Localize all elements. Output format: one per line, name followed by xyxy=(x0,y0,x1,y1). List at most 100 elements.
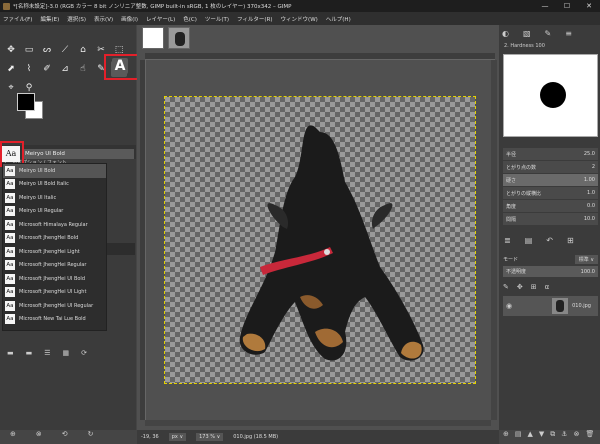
lock-pixels-icon[interactable]: ✎ xyxy=(503,283,509,291)
delete-layer-icon[interactable]: 🗑 xyxy=(585,430,594,439)
brush-dock-tabs: ◐ ▧ ✎ ≡ xyxy=(502,29,572,38)
horizontal-scrollbar[interactable] xyxy=(145,420,491,426)
anchor-layer-icon[interactable]: ⚓ xyxy=(561,430,567,439)
grid-view-icon[interactable]: ▦ xyxy=(63,349,70,357)
font-list-item[interactable]: Aa Meiryo UI Regular xyxy=(3,205,106,219)
font-aa-icon: Aa xyxy=(5,273,15,284)
move-tool-icon[interactable]: ✥ xyxy=(3,42,19,58)
clone-tool-icon[interactable]: ☝ xyxy=(75,61,91,77)
brush-options: 半径 25.0 とがり点の数 2 硬さ 1.00 とがりの縦横比 1.0 角度 0.0 間… xyxy=(503,148,598,226)
menu-layer[interactable]: レイヤー(L) xyxy=(146,15,175,23)
brush-preview[interactable] xyxy=(503,54,598,137)
layers-tab[interactable]: ≣ xyxy=(504,236,511,245)
unit-dropdown[interactable]: px ∨ xyxy=(168,433,187,441)
new-layer-icon[interactable]: ⊕ xyxy=(503,430,509,439)
menu-view[interactable]: 表示(V) xyxy=(94,15,113,23)
close-button[interactable]: ✕ xyxy=(578,0,600,12)
new-group-icon[interactable]: ▤ xyxy=(515,430,522,439)
font-aa-icon: Aa xyxy=(5,287,15,298)
eraser-tool-icon[interactable]: ⊿ xyxy=(57,61,73,77)
menu-image[interactable]: 画像(I) xyxy=(121,15,138,23)
opacity-slider[interactable]: 不透明度 100.0 xyxy=(503,266,598,277)
layer-mode-row: モード 標準 ∨ xyxy=(503,253,598,265)
font-aa-icon: Aa xyxy=(5,233,15,244)
opacity-value: 100.0 xyxy=(580,268,595,275)
font-list-item[interactable]: Aa Microsoft JhengHei Regular xyxy=(3,259,106,273)
paths-tab[interactable]: ↶ xyxy=(546,236,553,245)
small-view-icon[interactable]: ▬ xyxy=(7,349,14,357)
font-list-item[interactable]: Aa Microsoft JhengHei UI Bold xyxy=(3,272,106,286)
paintbrush-tool-icon[interactable]: ✐ xyxy=(39,61,55,77)
spikes-slider[interactable]: とがり点の数 2 xyxy=(503,161,598,173)
save-options-icon[interactable]: ⊕ xyxy=(10,430,16,438)
image-canvas[interactable] xyxy=(164,96,476,384)
font-list-item[interactable]: Aa Microsoft Himalaya Regular xyxy=(3,218,106,232)
menu-file[interactable]: ファイル(F) xyxy=(3,15,32,23)
restore-options-icon[interactable]: ⟲ xyxy=(62,430,68,438)
dock-menu-tab[interactable]: ≡ xyxy=(565,29,572,38)
spacing-slider[interactable]: 間隔 10.0 xyxy=(503,213,598,225)
mode-dropdown[interactable]: 標準 ∨ xyxy=(574,254,598,264)
text-tool-large-icon[interactable]: A xyxy=(112,58,128,74)
font-list-item[interactable]: Aa Microsoft New Tai Lue Bold xyxy=(3,313,106,327)
warp-tool-icon[interactable]: ⬈ xyxy=(3,61,19,77)
hardness-slider[interactable]: 硬さ 1.00 xyxy=(503,174,598,186)
foreground-color-swatch[interactable] xyxy=(17,93,35,111)
lock-alpha-icon[interactable]: α xyxy=(545,283,550,291)
angle-slider[interactable]: 角度 0.0 xyxy=(503,200,598,212)
layer-name[interactable]: 010.jpg xyxy=(572,303,591,309)
font-name-field[interactable]: Meiryo UI Bold xyxy=(22,148,134,159)
font-list-item[interactable]: Aa Microsoft JhengHei UI Regular xyxy=(3,299,106,313)
visibility-eye-icon[interactable]: ◉ xyxy=(506,302,512,310)
tool-options-footer: ⊕ ⊗ ⟲ ↻ xyxy=(0,427,136,441)
delete-options-icon[interactable]: ⊗ xyxy=(36,430,42,438)
font-list-item[interactable]: Aa Meiryo UI Bold Italic xyxy=(3,178,106,192)
refresh-fonts-icon[interactable]: ⟳ xyxy=(81,349,87,357)
zoom-dropdown[interactable]: 173 % ∨ xyxy=(196,433,224,441)
menu-help[interactable]: ヘルプ(H) xyxy=(326,15,351,23)
vertical-scrollbar[interactable] xyxy=(491,60,497,420)
reset-options-icon[interactable]: ↻ xyxy=(88,430,94,438)
brushes-tab[interactable]: ◐ xyxy=(502,29,509,38)
lock-group-icon[interactable]: ⊞ xyxy=(531,283,537,291)
font-list-item[interactable]: Aa Microsoft JhengHei Bold xyxy=(3,232,106,246)
layer-row[interactable]: ◉ 010.jpg xyxy=(503,296,598,316)
menu-edit[interactable]: 編集(E) xyxy=(40,15,59,23)
bucket-fill-tool-icon[interactable]: ⌇ xyxy=(21,61,37,77)
channels-tab[interactable]: ▤ xyxy=(525,236,533,245)
fg-bg-colors[interactable] xyxy=(17,93,43,119)
patterns-tab[interactable]: ▧ xyxy=(523,29,531,38)
minimize-button[interactable]: — xyxy=(534,0,556,12)
large-view-icon[interactable]: ▬ xyxy=(26,349,33,357)
menu-windows[interactable]: ウィンドウ(W) xyxy=(281,15,318,23)
font-list-item[interactable]: Aa Microsoft JhengHei UI Light xyxy=(3,286,106,300)
font-list-item[interactable]: Aa Meiryo UI Italic xyxy=(3,191,106,205)
lower-layer-icon[interactable]: ▼ xyxy=(539,430,544,439)
menu-colors[interactable]: 色(C) xyxy=(183,15,197,23)
aspect-ratio-slider[interactable]: とがりの縦横比 1.0 xyxy=(503,187,598,199)
radius-slider[interactable]: 半径 25.0 xyxy=(503,148,598,160)
font-list-toolbar: ▬ ▬ ☰ ▦ ⟳ xyxy=(0,346,136,360)
font-list-item[interactable]: Aa Microsoft JhengHei Light xyxy=(3,245,106,259)
rect-select-tool-icon[interactable]: ▭ xyxy=(21,42,37,58)
font-size-field[interactable] xyxy=(107,243,135,255)
maximize-button[interactable]: ☐ xyxy=(556,0,578,12)
layer-dock-menu-tab[interactable]: ⊞ xyxy=(567,236,574,245)
font-list-item[interactable]: Aa Meiryo UI Bold xyxy=(3,164,106,178)
lasso-tool-icon[interactable]: ᔕ xyxy=(39,42,55,58)
list-view-icon[interactable]: ☰ xyxy=(44,349,50,357)
font-aa-icon: Aa xyxy=(5,314,15,325)
menu-tools[interactable]: ツール(T) xyxy=(205,15,229,23)
image-tab-thumbnail[interactable] xyxy=(168,27,190,49)
menu-filters[interactable]: フィルター(R) xyxy=(237,15,273,23)
paint-tab[interactable]: ✎ xyxy=(545,29,552,38)
image-tab-thumbnail[interactable] xyxy=(142,27,164,49)
crop-tool-icon[interactable]: ⌂ xyxy=(75,42,91,58)
raise-layer-icon[interactable]: ▲ xyxy=(528,430,533,439)
lock-position-icon[interactable]: ✥ xyxy=(517,283,523,291)
mask-layer-icon[interactable]: ⊗ xyxy=(574,430,580,439)
menu-select[interactable]: 選択(S) xyxy=(67,15,86,23)
fuzzy-select-tool-icon[interactable]: ⟋ xyxy=(57,42,73,58)
layer-thumbnail xyxy=(552,298,569,314)
duplicate-layer-icon[interactable]: ⧉ xyxy=(550,430,555,439)
